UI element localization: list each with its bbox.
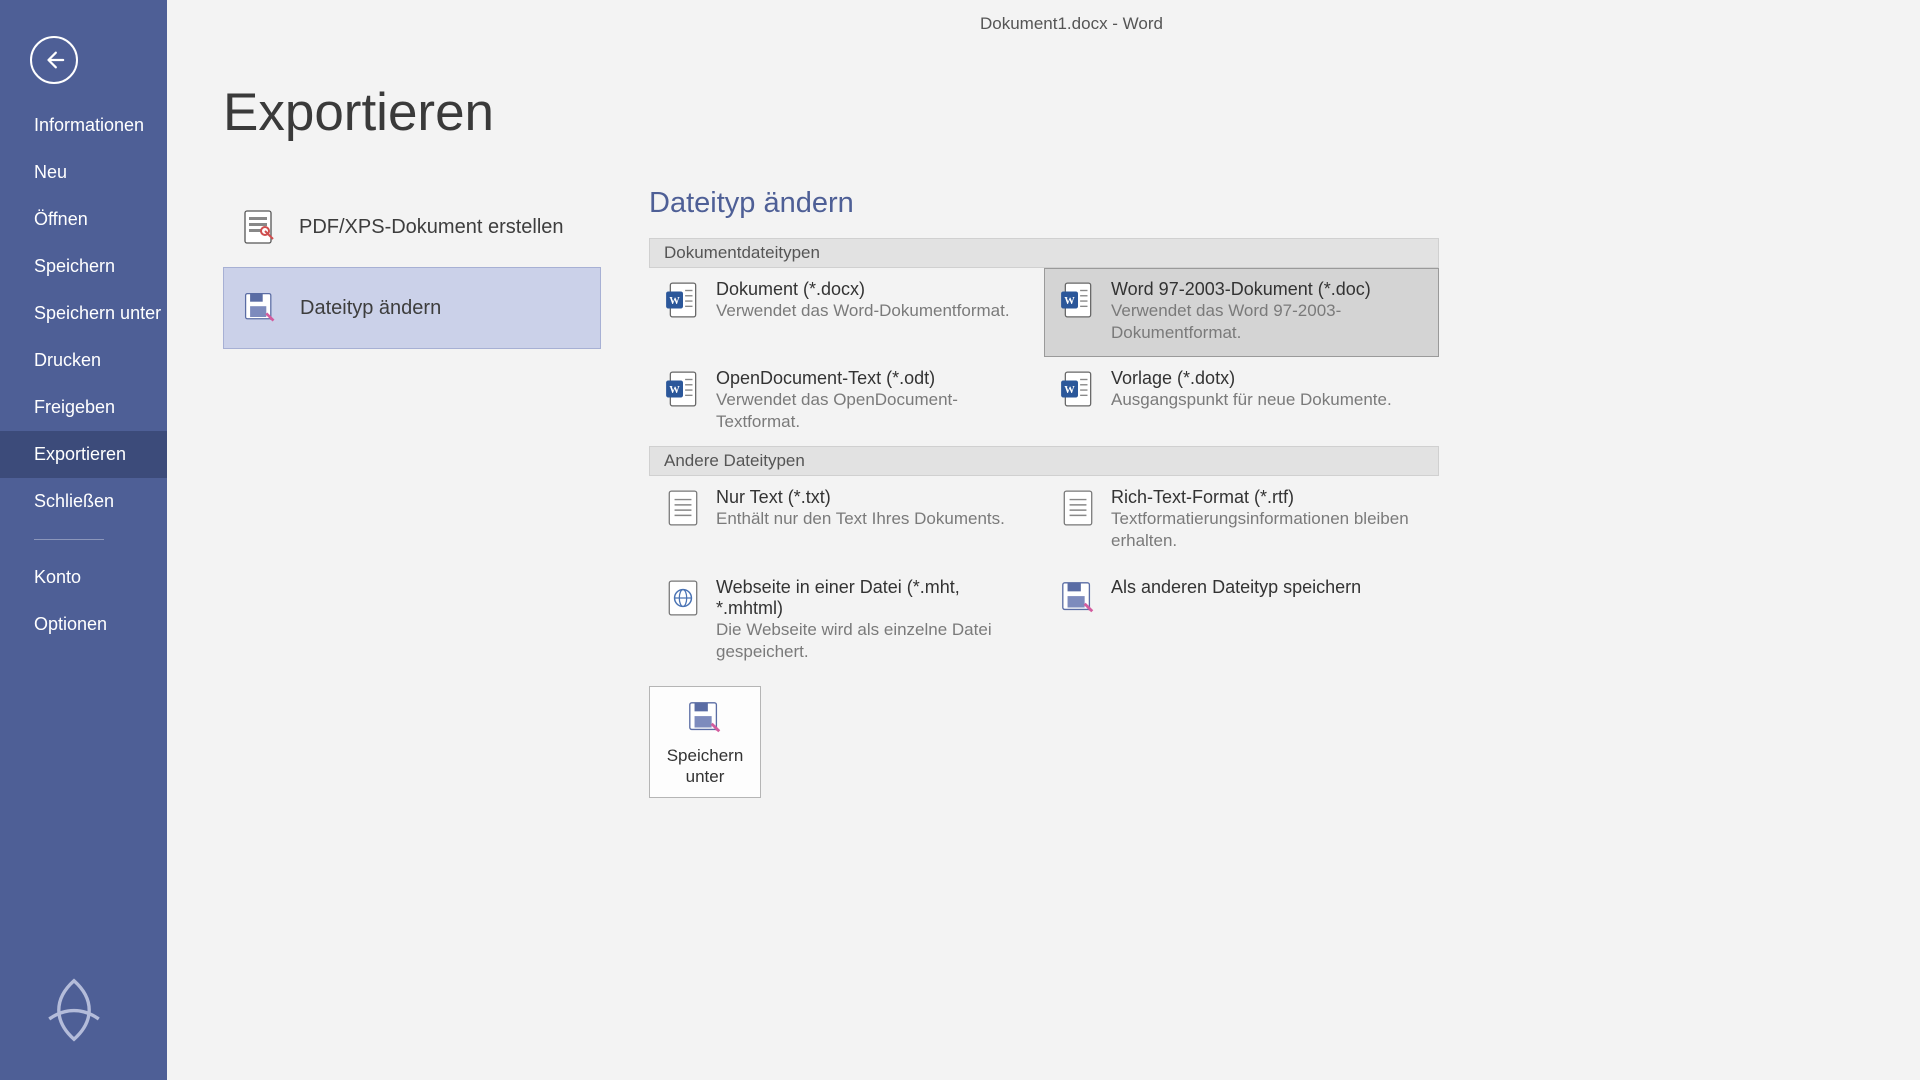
text-doc-icon (1059, 489, 1097, 527)
app-logo-icon (38, 974, 110, 1046)
tile-title: Webseite in einer Datei (*.mht, *.mhtml) (716, 577, 1029, 619)
nav-speichern-unter[interactable]: Speichern unter (0, 290, 167, 337)
nav-freigeben[interactable]: Freigeben (0, 384, 167, 431)
option-label: Dateityp ändern (300, 297, 441, 320)
save-arrow-icon (242, 290, 278, 326)
tile-other-type[interactable]: Als anderen Dateityp speichern (1044, 566, 1439, 676)
tile-desc: Enthält nur den Text Ihres Dokuments. (716, 508, 1005, 530)
detail-panel: Dateityp ändern Dokumentdateitypen Dokum… (649, 187, 1439, 798)
nav-separator (34, 539, 104, 540)
tile-desc: Ausgangspunkt für neue Dokumente. (1111, 389, 1392, 411)
tile-title: Rich-Text-Format (*.rtf) (1111, 487, 1424, 508)
backstage-sidebar: Informationen Neu Öffnen Speichern Speic… (0, 0, 167, 1080)
nav-speichern[interactable]: Speichern (0, 243, 167, 290)
option-label: PDF/XPS-Dokument erstellen (299, 216, 564, 239)
text-doc-icon (664, 489, 702, 527)
tile-doc-97-2003[interactable]: Word 97-2003-Dokument (*.doc) Verwendet … (1044, 268, 1439, 357)
word-doc-icon (1059, 281, 1097, 319)
save-as-button[interactable]: Speichern unter (649, 686, 761, 799)
main-area: Dokument1.docx - Word Exportieren PDF/XP… (167, 0, 1920, 1080)
tile-desc: Die Webseite wird als einzelne Datei ges… (716, 619, 1029, 663)
tile-odt[interactable]: OpenDocument-Text (*.odt) Verwendet das … (649, 357, 1044, 446)
nav-oeffnen[interactable]: Öffnen (0, 196, 167, 243)
word-doc-icon (664, 281, 702, 319)
window-title: Dokument1.docx - Word (223, 0, 1920, 34)
detail-title: Dateityp ändern (649, 187, 1439, 220)
arrow-left-icon (43, 49, 65, 71)
nav-konto[interactable]: Konto (0, 554, 167, 601)
group-header: Andere Dateitypen (649, 446, 1439, 476)
option-pdf-xps[interactable]: PDF/XPS-Dokument erstellen (223, 187, 601, 267)
tile-txt[interactable]: Nur Text (*.txt) Enthält nur den Text Ih… (649, 476, 1044, 565)
group-header: Dokumentdateitypen (649, 238, 1439, 268)
tile-title: Word 97-2003-Dokument (*.doc) (1111, 279, 1424, 300)
tile-title: OpenDocument-Text (*.odt) (716, 368, 1029, 389)
save-arrow-icon (1059, 579, 1097, 617)
tile-desc: Verwendet das Word-Dokumentformat. (716, 300, 1010, 322)
export-options-list: PDF/XPS-Dokument erstellen Dateityp ände… (223, 187, 601, 349)
tile-desc: Textformatierungsinformationen bleiben e… (1111, 508, 1424, 552)
tile-title: Als anderen Dateityp speichern (1111, 577, 1361, 598)
nav-informationen[interactable]: Informationen (0, 102, 167, 149)
page-pdf-icon (241, 209, 277, 245)
tile-title: Vorlage (*.dotx) (1111, 368, 1392, 389)
nav-neu[interactable]: Neu (0, 149, 167, 196)
tile-dotx[interactable]: Vorlage (*.dotx) Ausgangspunkt für neue … (1044, 357, 1439, 446)
web-doc-icon (664, 579, 702, 617)
word-doc-icon (1059, 370, 1097, 408)
nav-optionen[interactable]: Optionen (0, 601, 167, 648)
tile-docx[interactable]: Dokument (*.docx) Verwendet das Word-Dok… (649, 268, 1044, 357)
nav-drucken[interactable]: Drucken (0, 337, 167, 384)
tile-mht[interactable]: Webseite in einer Datei (*.mht, *.mhtml)… (649, 566, 1044, 676)
tile-title: Nur Text (*.txt) (716, 487, 1005, 508)
nav-schliessen[interactable]: Schließen (0, 478, 167, 525)
tile-desc: Verwendet das Word 97-2003-Dokumentforma… (1111, 300, 1424, 344)
back-button[interactable] (30, 36, 78, 84)
word-doc-icon (664, 370, 702, 408)
option-change-filetype[interactable]: Dateityp ändern (223, 267, 601, 349)
save-arrow-icon (686, 699, 724, 737)
tile-title: Dokument (*.docx) (716, 279, 1010, 300)
save-as-label: Speichern unter (656, 745, 754, 788)
tile-rtf[interactable]: Rich-Text-Format (*.rtf) Textformatierun… (1044, 476, 1439, 565)
nav-exportieren[interactable]: Exportieren (0, 431, 167, 478)
tile-desc: Verwendet das OpenDocument-Textformat. (716, 389, 1029, 433)
